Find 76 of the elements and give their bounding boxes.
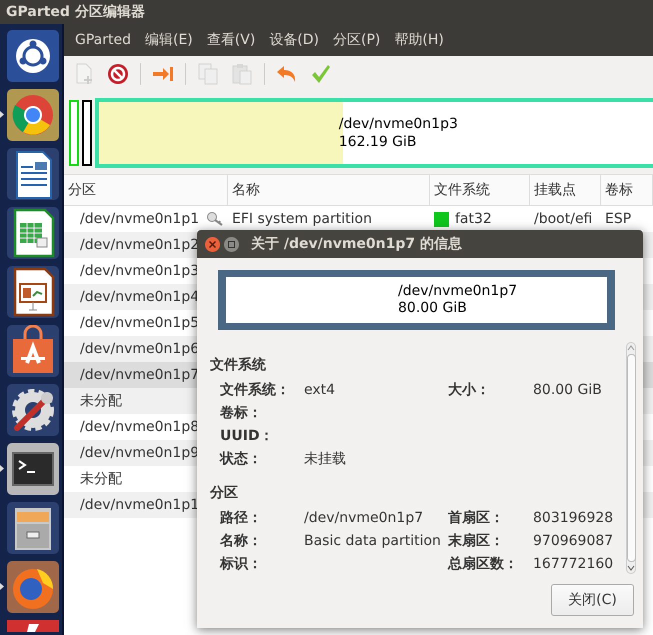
field-label: 大小： [448,382,490,398]
partition-bar [82,100,92,166]
presentation-icon[interactable] [7,266,59,318]
field-label: 卷标： [219,404,263,422]
shopping-bag-icon[interactable] [7,325,59,377]
menu-item[interactable]: 编辑(E) [138,31,200,49]
section-heading: 分区 [210,484,239,502]
column-header[interactable]: 文件系统 [430,175,530,205]
document-icon[interactable] [7,148,59,200]
column-header[interactable]: 卷标 [601,175,653,205]
field-value: /dev/nvme0n1p7 [304,510,424,526]
partition-size: 80.00 GiB [398,300,468,317]
scrollbar[interactable] [626,342,636,574]
table-cell: EFI system partition [232,211,372,227]
field-value: ext4 [304,382,336,398]
browser-icon[interactable] [7,89,59,141]
partition-path: /dev/nvme0n1p3 [338,115,458,133]
table-cell: ESP [605,211,632,227]
terminal-icon[interactable] [7,443,59,495]
field-label: 首扇区： [448,510,504,526]
partition-path: /dev/nvme0n1p7 [398,283,518,300]
field-label: 末扇区： [448,532,504,548]
field-label: UUID： [219,426,275,444]
table-cell: /dev/nvme0n1p7 [80,367,200,383]
running-indicator-icon [0,583,4,590]
table-cell: 未分配 [80,392,122,410]
column-header[interactable]: 名称 [228,175,430,205]
table-cell: fat32 [455,211,492,227]
file-cabinet-icon[interactable] [7,502,59,554]
field-label: 路径： [219,508,263,526]
running-indicator-icon [0,465,4,472]
table-cell: /dev/nvme0n1p6 [80,341,200,357]
table-cell: /dev/nvme0n1p5 [80,315,200,331]
close-button[interactable] [205,236,220,252]
partition-bar [69,100,79,166]
menu-item[interactable]: GParted [68,32,138,48]
menu-item[interactable]: 查看(V) [200,31,262,49]
field-label: 标识： [218,554,263,572]
table-cell: /dev/nvme0n1p1 [80,497,200,513]
table-cell: /dev/nvme0n1p2 [80,237,200,253]
running-indicator-icon [0,111,4,118]
column-header[interactable]: 挂载点 [530,175,601,205]
field-value: 803196928 [533,510,614,526]
partition-size: 162.19 GiB [338,133,418,151]
field-value: 80.00 GiB [533,382,602,398]
scroll-down-icon[interactable] [627,565,635,571]
field-value: 167772160 [533,556,614,572]
field-value: 970969087 [533,532,614,548]
window-title: GParted 分区编辑器 [6,3,145,21]
key-icon [206,211,224,227]
table-row[interactable]: /dev/nvme0n1p1 EFI system partition fat32 /boot/efi ESP [64,206,653,232]
table-cell: /dev/nvme0n1p9 [80,445,200,461]
scroll-up-icon[interactable] [627,345,635,351]
maximize-button[interactable] [224,236,239,252]
launcher-icon[interactable] [7,620,59,632]
selected-partition-bar[interactable]: /dev/nvme0n1p3 162.19 GiB [95,98,653,168]
delete-icon[interactable] [106,62,130,86]
menu-item[interactable]: 设备(D) [262,31,326,49]
close-dialog-button[interactable]: 关闭(C) [551,584,634,616]
field-label: 状态： [218,450,263,468]
field-value: 未挂载 [304,450,346,466]
section-heading: 文件系统 [210,356,267,374]
field-label: 文件系统： [219,380,291,398]
spreadsheet-icon[interactable] [7,207,59,259]
table-cell: /dev/nvme0n1p3 [80,263,200,279]
field-label: 名称： [218,532,263,550]
menu-item[interactable]: 分区(P) [326,31,388,49]
table-cell: /dev/nvme0n1p4 [80,289,200,305]
menu-item[interactable]: 帮助(H) [387,31,451,49]
table-cell: /boot/efi [534,211,592,227]
column-header[interactable]: 分区 [64,175,228,205]
gear-wrench-icon[interactable] [7,384,59,436]
field-value: Basic data partition [304,532,441,548]
dialog-title: 关于 /dev/nvme0n1p7 的信息 [251,235,462,253]
table-cell: /dev/nvme0n1p1 [80,211,200,227]
field-label: 总扇区数： [448,556,518,572]
